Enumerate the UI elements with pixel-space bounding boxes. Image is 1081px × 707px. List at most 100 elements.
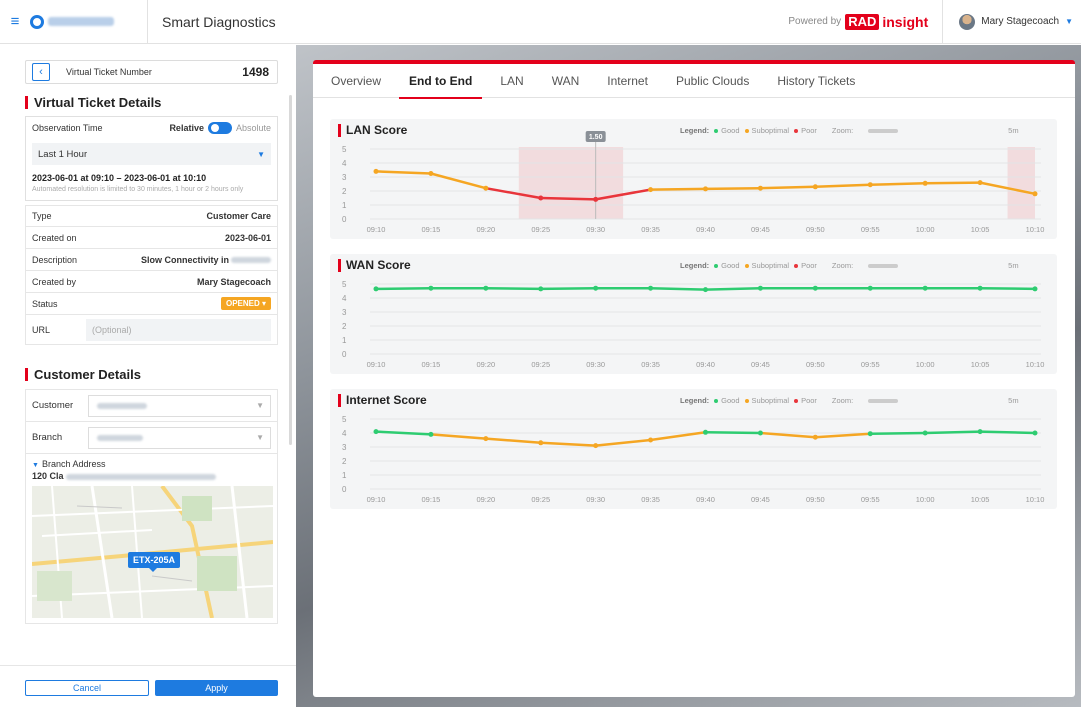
data-point bbox=[867, 182, 873, 188]
tab-wan[interactable]: WAN bbox=[538, 64, 594, 98]
field-created-by: Created by Mary Stagecoach bbox=[25, 271, 278, 293]
data-point bbox=[538, 440, 544, 446]
x-tick-label: 10:10 bbox=[1026, 360, 1045, 369]
x-tick-label: 09:25 bbox=[531, 360, 550, 369]
data-point bbox=[483, 185, 489, 191]
tab-public-clouds[interactable]: Public Clouds bbox=[662, 64, 763, 98]
customer-select[interactable]: ▼ bbox=[88, 394, 271, 417]
zoom-label: Zoom: bbox=[831, 126, 854, 135]
y-tick-label: 5 bbox=[342, 280, 347, 289]
panel-scrollbar[interactable] bbox=[289, 95, 292, 445]
data-point bbox=[867, 285, 873, 291]
tab-lan[interactable]: LAN bbox=[486, 64, 537, 98]
tab-history-tickets[interactable]: History Tickets bbox=[763, 64, 869, 98]
branch-map[interactable]: ETX-205A bbox=[32, 486, 273, 618]
legend-good-label: Good bbox=[721, 396, 740, 405]
good-dot-icon bbox=[714, 264, 719, 269]
x-tick-label: 09:35 bbox=[641, 495, 660, 504]
y-tick-label: 0 bbox=[342, 350, 347, 359]
series-segment bbox=[484, 437, 542, 445]
data-point bbox=[1032, 191, 1038, 197]
series-segment bbox=[759, 185, 817, 190]
x-tick-label: 09:55 bbox=[861, 495, 880, 504]
legend-suboptimal-label: Suboptimal bbox=[751, 261, 790, 270]
data-point bbox=[373, 168, 379, 174]
chevron-left-icon: ‹ bbox=[39, 66, 43, 78]
data-point bbox=[483, 436, 489, 442]
x-tick-label: 10:00 bbox=[916, 360, 935, 369]
lan-score-plot[interactable]: 0 1 2 3 4 5 09:10 09:15 09:20 09:25 09:30 09:35 09:4… bbox=[330, 119, 1057, 239]
x-tick-label: 09:35 bbox=[641, 360, 660, 369]
branch-address-title: Branch Address bbox=[41, 459, 106, 469]
legend-poor: Poor bbox=[794, 261, 817, 270]
y-tick-label: 2 bbox=[342, 457, 347, 466]
period-select[interactable]: Last 1 Hour ▼ bbox=[32, 143, 271, 165]
tab-overview[interactable]: Overview bbox=[317, 64, 395, 98]
y-tick-label: 3 bbox=[342, 308, 347, 317]
legend-suboptimal-label: Suboptimal bbox=[751, 126, 790, 135]
customer-details-box: Customer ▼ Branch ▼ ▼ Branch Address 120 … bbox=[25, 389, 278, 624]
legend-good-label: Good bbox=[721, 261, 740, 270]
user-menu[interactable]: Mary Stagecoach ▼ bbox=[942, 0, 1081, 44]
relative-absolute-toggle[interactable] bbox=[207, 122, 232, 134]
series-segment bbox=[539, 196, 597, 201]
x-tick-label: 09:40 bbox=[696, 495, 715, 504]
field-key: Description bbox=[32, 254, 78, 265]
observation-time-label: Observation Time bbox=[32, 123, 103, 133]
company-logo bbox=[30, 0, 148, 44]
field-key: Created on bbox=[32, 232, 77, 243]
zoom-slider[interactable] bbox=[868, 398, 899, 403]
series-segment bbox=[429, 433, 488, 440]
data-point bbox=[812, 184, 818, 190]
x-tick-label: 10:00 bbox=[916, 495, 935, 504]
x-tick-label: 09:25 bbox=[531, 495, 550, 504]
data-point bbox=[757, 185, 763, 191]
x-tick-label: 10:10 bbox=[1026, 495, 1045, 504]
chart-title: Internet Score bbox=[338, 393, 427, 407]
x-tick-label: 10:05 bbox=[971, 360, 990, 369]
legend-good: Good bbox=[714, 261, 740, 270]
cancel-button[interactable]: Cancel bbox=[25, 680, 149, 696]
x-tick-label: 10:00 bbox=[916, 225, 935, 234]
tab-end-to-end[interactable]: End to End bbox=[395, 64, 486, 99]
data-point bbox=[483, 285, 489, 291]
internet-score-plot[interactable]: 0 1 2 3 4 5 09:10 09:15 09:20 09:25 09:30 09:35 09:4… bbox=[330, 389, 1057, 509]
chart-legend: Legend: Good Suboptimal Poor Zoom: 5m bbox=[680, 261, 1019, 270]
data-point bbox=[703, 287, 708, 293]
branch-select[interactable]: ▼ bbox=[88, 426, 271, 449]
branch-address-toggle[interactable]: ▼ Branch Address bbox=[32, 459, 271, 469]
apply-button[interactable]: Apply bbox=[155, 680, 278, 696]
field-url: URL (Optional) bbox=[25, 315, 278, 345]
zoom-slider[interactable] bbox=[868, 263, 899, 268]
series-segment bbox=[649, 286, 707, 291]
x-tick-label: 09:25 bbox=[531, 225, 550, 234]
series-segment bbox=[869, 182, 927, 186]
x-tick-label: 09:15 bbox=[422, 360, 441, 369]
data-point bbox=[373, 286, 379, 292]
app-title: Smart Diagnostics bbox=[162, 13, 276, 30]
field-key: Status bbox=[32, 298, 58, 309]
y-tick-label: 3 bbox=[342, 173, 347, 182]
field-value: Slow Connectivity in bbox=[140, 254, 229, 265]
customer-label: Customer bbox=[32, 400, 74, 411]
zoom-slider[interactable] bbox=[868, 128, 899, 133]
virtual-ticket-number: 1498 bbox=[242, 65, 269, 79]
wan-score-plot[interactable]: 0 1 2 3 4 5 09:10 09:15 09:20 09:25 09:30 09:35 09:4… bbox=[330, 254, 1057, 374]
rad-logo: RAD bbox=[845, 13, 880, 30]
zoom-label: Zoom: bbox=[831, 261, 854, 270]
zoom-label: Zoom: bbox=[831, 396, 854, 405]
y-tick-label: 1 bbox=[342, 201, 347, 210]
device-marker[interactable]: ETX-205A bbox=[128, 552, 181, 572]
chevron-down-icon: ▼ bbox=[256, 401, 264, 410]
back-button[interactable]: ‹ bbox=[32, 63, 50, 81]
x-tick-label: 09:55 bbox=[861, 360, 880, 369]
x-tick-label: 09:20 bbox=[476, 495, 495, 504]
status-badge[interactable]: OPENED ▾ bbox=[220, 297, 271, 310]
menu-icon[interactable]: ≡ bbox=[0, 13, 30, 30]
chart-legend: Legend: Good Suboptimal Poor Zoom: 5m bbox=[680, 396, 1019, 405]
redacted-text bbox=[97, 434, 143, 441]
tab-internet[interactable]: Internet bbox=[593, 64, 662, 98]
redacted-text bbox=[231, 257, 271, 264]
url-input[interactable]: (Optional) bbox=[86, 318, 271, 341]
period-value: Last 1 Hour bbox=[38, 148, 88, 160]
